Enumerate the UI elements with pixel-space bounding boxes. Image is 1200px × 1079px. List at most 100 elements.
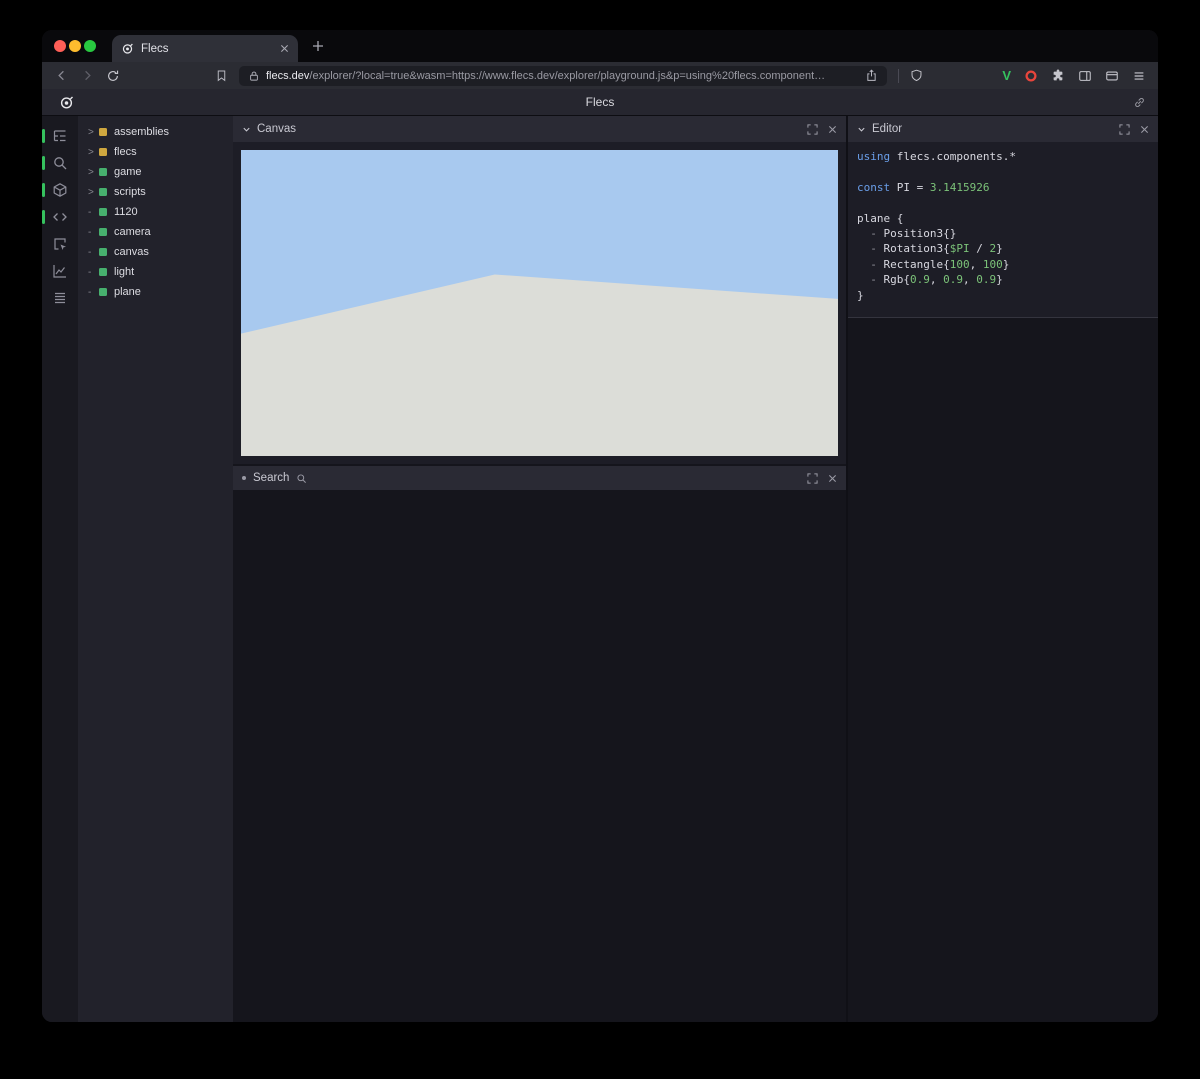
code-line: - Rgb{0.9, 0.9, 0.9}	[857, 272, 1149, 287]
entity-kind-square	[99, 288, 107, 296]
editor-panel-header: Editor	[848, 116, 1158, 142]
code-line: - Position3{}	[857, 226, 1149, 241]
new-tab-button[interactable]	[306, 34, 330, 58]
toolbar-extensions: V	[1002, 69, 1146, 83]
tree-item-camera[interactable]: - camera	[78, 222, 233, 242]
sidebar-toggle-icon[interactable]	[1078, 69, 1092, 83]
stats-panel-icon[interactable]	[52, 263, 68, 279]
entity-kind-square	[99, 208, 107, 216]
tab-close-icon[interactable]	[280, 44, 289, 53]
entity-kind-square	[99, 168, 107, 176]
window-zoom-button[interactable]	[84, 40, 96, 52]
entity-kind-square	[99, 248, 107, 256]
search-panel-icon[interactable]	[52, 155, 68, 171]
tree-list: >assemblies>flecs>game>scripts-1120-came…	[78, 116, 233, 1022]
editor-panel-title: Editor	[872, 123, 902, 135]
lock-icon	[248, 70, 260, 82]
search-expand-icon[interactable]	[807, 473, 818, 484]
tree-item-label: light	[114, 266, 134, 278]
main-column: Canvas Search	[233, 116, 846, 1022]
code-line: plane {	[857, 211, 1149, 226]
leaf-dash-icon: -	[88, 227, 99, 238]
canvas-render[interactable]	[241, 150, 838, 456]
wallet-icon[interactable]	[1105, 69, 1119, 83]
flecs-logo-icon	[59, 95, 74, 110]
code-line	[857, 164, 1149, 179]
chevron-down-icon[interactable]	[242, 125, 251, 134]
address-bar[interactable]: flecs.dev/explorer/?local=true&wasm=http…	[239, 66, 887, 86]
tree-item-game[interactable]: > game	[78, 162, 233, 182]
back-button[interactable]	[54, 68, 69, 83]
chevron-down-icon[interactable]	[857, 125, 866, 134]
share-link-icon[interactable]	[1133, 96, 1146, 109]
v-extension-icon[interactable]: V	[1002, 69, 1011, 82]
canvas-close-icon[interactable]	[828, 125, 837, 134]
entity-kind-square	[99, 128, 107, 136]
editor-code[interactable]: using flecs.components.* const PI = 3.14…	[848, 142, 1158, 318]
tree-item-label: game	[114, 166, 142, 178]
expand-chevron-icon[interactable]: >	[88, 167, 99, 178]
tree-item-assemblies[interactable]: > assemblies	[78, 122, 233, 142]
code-line: const PI = 3.1415926	[857, 180, 1149, 195]
tab-favicon-icon	[121, 42, 134, 55]
page-title: Flecs	[42, 95, 1158, 109]
extensions-puzzle-icon[interactable]	[1051, 69, 1065, 83]
forward-button[interactable]	[80, 68, 95, 83]
bookmark-icon[interactable]	[215, 69, 228, 82]
tree-item-label: flecs	[114, 146, 137, 158]
browser-toolbar: flecs.dev/explorer/?local=true&wasm=http…	[42, 62, 1158, 89]
canvas-expand-icon[interactable]	[807, 124, 818, 135]
editor-expand-icon[interactable]	[1119, 124, 1130, 135]
browser-window: Flecs flecs.dev/explorer/?local=true&was…	[42, 30, 1158, 1022]
window-close-button[interactable]	[54, 40, 66, 52]
expand-chevron-icon[interactable]: >	[88, 187, 99, 198]
tree-item-scripts[interactable]: > scripts	[78, 182, 233, 202]
app-content: >assemblies>flecs>game>scripts-1120-came…	[42, 116, 1158, 1022]
browser-tab[interactable]: Flecs	[112, 35, 298, 62]
tree-item-label: scripts	[114, 186, 146, 198]
canvas-panel-title: Canvas	[257, 123, 296, 135]
editor-close-icon[interactable]	[1140, 125, 1149, 134]
tree-item-flecs[interactable]: > flecs	[78, 142, 233, 162]
search-panel-header: Search	[233, 466, 846, 490]
tree-item-plane[interactable]: - plane	[78, 282, 233, 302]
leaf-dash-icon: -	[88, 207, 99, 218]
menu-icon[interactable]	[1132, 69, 1146, 83]
shield-icon[interactable]	[910, 69, 923, 82]
code-line: - Rotation3{$PI / 2}	[857, 241, 1149, 256]
canvas-body	[233, 142, 846, 464]
tree-panel-icon[interactable]	[52, 128, 68, 144]
search-magnifier-icon[interactable]	[296, 473, 307, 484]
app-header: Flecs	[42, 89, 1158, 116]
editor-empty-area	[848, 318, 1158, 1022]
tab-title: Flecs	[141, 43, 273, 55]
toolbar-divider	[898, 69, 899, 83]
canvas-panel-icon[interactable]	[52, 182, 68, 198]
code-line	[857, 195, 1149, 210]
tree-item-label: plane	[114, 286, 141, 298]
editor-panel-icon[interactable]	[52, 209, 68, 225]
queries-panel-icon[interactable]	[52, 290, 68, 306]
tree-item-label: camera	[114, 226, 151, 238]
share-icon[interactable]	[865, 69, 878, 82]
record-extension-icon[interactable]	[1024, 69, 1038, 83]
leaf-dash-icon: -	[88, 287, 99, 298]
expand-chevron-icon[interactable]: >	[88, 127, 99, 138]
tree-item-1120[interactable]: -1120	[78, 202, 233, 222]
code-line: using flecs.components.*	[857, 149, 1149, 164]
url-path: /explorer/?local=true&wasm=https://www.f…	[309, 70, 825, 82]
tree-item-light[interactable]: -light	[78, 262, 233, 282]
search-close-icon[interactable]	[828, 474, 837, 483]
left-icon-strip	[42, 116, 78, 1022]
tree-item-label: assemblies	[114, 126, 169, 138]
tree-item-label: canvas	[114, 246, 149, 258]
expand-chevron-icon[interactable]: >	[88, 147, 99, 158]
reload-button[interactable]	[106, 69, 120, 83]
canvas-panel-header: Canvas	[233, 116, 846, 142]
tree-item-canvas[interactable]: -canvas	[78, 242, 233, 262]
code-line: - Rectangle{100, 100}	[857, 257, 1149, 272]
window-minimize-button[interactable]	[69, 40, 81, 52]
inspect-panel-icon[interactable]	[52, 236, 68, 252]
tab-bar: Flecs	[42, 30, 1158, 62]
search-bullet-icon	[242, 476, 246, 480]
